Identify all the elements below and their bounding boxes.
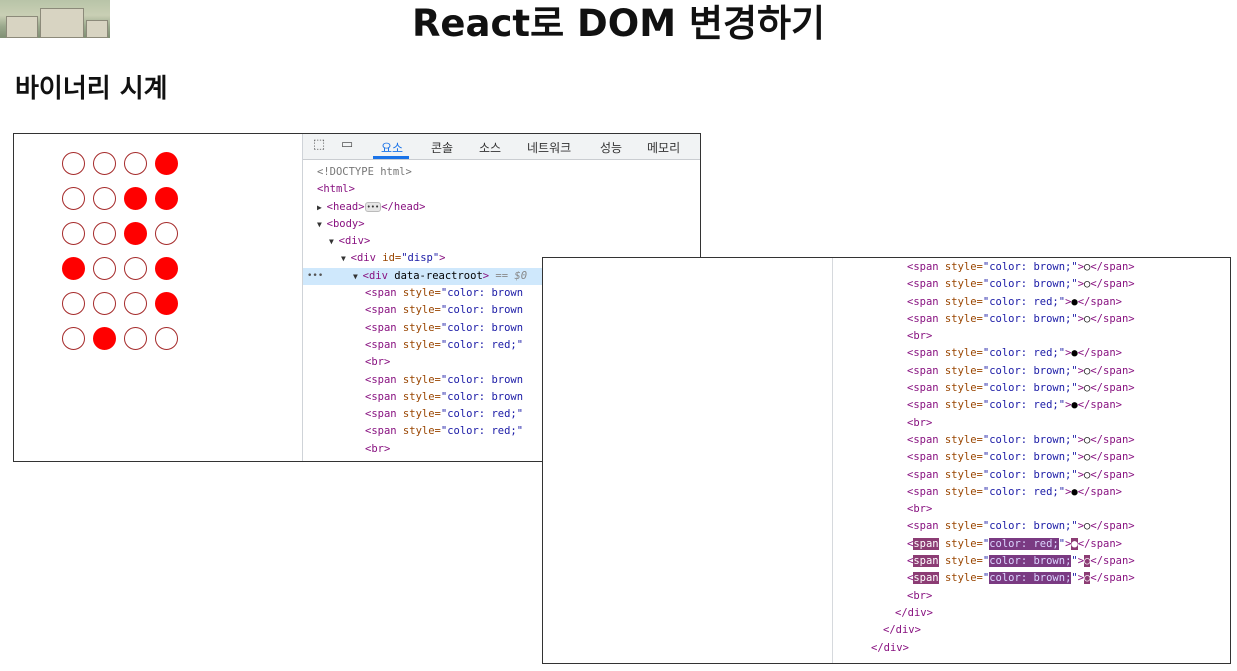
dom-node-line: <span style="color: brown;">○</span> — [907, 278, 1135, 291]
dom-node-line: <br> — [907, 589, 933, 602]
filled-dot — [124, 222, 147, 245]
tab-console[interactable]: 콘솔 — [431, 139, 453, 156]
empty-dot — [124, 292, 147, 315]
dom-node-text: <body> — [326, 217, 365, 230]
dom-node-line: <br> — [907, 416, 933, 429]
dom-node-text: <div> — [338, 235, 371, 248]
collapse-arrow-icon[interactable]: ▼ — [329, 237, 339, 246]
dom-node-line: <span style="color: red;">●</span> — [907, 485, 1122, 498]
dom-node-line: </div> — [871, 641, 909, 654]
dom-node-text: <span style="color: brown — [365, 390, 524, 403]
dom-node-line: <span style="color: red;">●</span> — [907, 295, 1122, 308]
clock-row — [62, 327, 186, 352]
empty-dot — [124, 152, 147, 175]
filled-dot — [155, 257, 178, 280]
dom-node-text: <br> — [365, 442, 391, 455]
collapse-arrow-icon[interactable]: ▼ — [353, 272, 363, 281]
dom-node-line: <span style="color: brown;">○</span> — [907, 520, 1135, 533]
filled-dot — [124, 187, 147, 210]
empty-dot — [93, 257, 116, 280]
clock-row — [62, 257, 186, 282]
empty-dot — [62, 187, 85, 210]
panel-divider — [832, 258, 833, 663]
devtools-zoom-screenshot: <span style="color: brown;">○</span> <spa… — [542, 257, 1231, 664]
tab-performance[interactable]: 성능 — [600, 139, 622, 156]
dom-node-text: <span style="color: red;" — [365, 425, 524, 438]
dom-node-text: <span style="color: brown — [365, 304, 524, 317]
dom-node-text: <span style="color: brown — [365, 373, 524, 386]
updated-dom-line: <span style="color: brown;">○</span> — [907, 572, 1135, 585]
clock-row — [62, 152, 186, 177]
filled-dot — [93, 327, 116, 350]
dom-node-line: </div> — [895, 606, 933, 619]
filled-dot — [155, 292, 178, 315]
empty-dot — [155, 327, 178, 350]
dom-tree-zoom: <span style="color: brown;">○</span> <spa… — [841, 259, 1135, 657]
empty-dot — [62, 292, 85, 315]
dom-node-text: <head> — [326, 200, 365, 213]
binary-clock — [62, 152, 186, 362]
empty-dot — [124, 257, 147, 280]
slide-title: React로 DOM 변경하기 — [411, 2, 826, 45]
dom-node-text: <div id="disp"> — [350, 252, 446, 265]
dom-node-line: <span style="color: brown;">○</span> — [907, 382, 1135, 395]
dom-node-text: <br> — [365, 356, 391, 369]
dom-node-line: <span style="color: red;">●</span> — [907, 347, 1122, 360]
empty-dot — [93, 292, 116, 315]
empty-dot — [62, 152, 85, 175]
filled-dot — [155, 187, 178, 210]
dom-node-line[interactable]: ▶ <head> ••• </head> — [303, 199, 700, 216]
empty-dot — [93, 222, 116, 245]
dom-node-text: <!DOCTYPE html> — [317, 166, 412, 178]
clock-row — [62, 222, 186, 247]
console-ref-label: == $0 — [489, 269, 528, 282]
empty-dot — [124, 327, 147, 350]
dom-node-line: <span style="color: brown;">○</span> — [907, 451, 1135, 464]
updated-dom-line: <span style="color: red;">●</span> — [907, 537, 1123, 550]
collapsed-content-icon[interactable]: ••• — [364, 201, 382, 212]
filled-dot — [62, 257, 85, 280]
collapse-arrow-icon[interactable]: ▼ — [341, 254, 351, 263]
updated-dom-line: <span style="color: brown;">○</span> — [907, 555, 1135, 568]
dom-node-text: <span style="color: brown — [365, 287, 524, 300]
more-options-icon[interactable]: ••• — [307, 268, 323, 285]
dom-node-line: <span style="color: brown;">○</span> — [907, 312, 1135, 325]
empty-dot — [62, 327, 85, 350]
dom-node-line: <span style="color: brown;">○</span> — [907, 261, 1135, 273]
collapse-arrow-icon[interactable]: ▼ — [317, 220, 327, 229]
tab-sources[interactable]: 소스 — [479, 139, 501, 156]
dom-node-line[interactable]: <html> — [303, 181, 700, 198]
tab-memory[interactable]: 메모리 — [647, 139, 680, 156]
tab-network[interactable]: 네트워크 — [527, 139, 571, 156]
active-tab-indicator — [373, 156, 409, 159]
dom-node-line[interactable]: ▼ <body> — [303, 216, 700, 233]
empty-dot — [155, 222, 178, 245]
filled-dot — [155, 152, 178, 175]
dom-node-line[interactable]: ▼ <div> — [303, 233, 700, 250]
tab-elements[interactable]: 요소 — [381, 139, 403, 156]
dom-node-text: <span style="color: red;" — [365, 408, 524, 421]
dom-node-line: <br> — [907, 503, 933, 516]
dom-node-text: <div data-reactroot> — [362, 269, 490, 282]
devtools-toolbar: ⬚ ▭ 요소 콘솔 소스 네트워크 성능 메모리 — [303, 134, 700, 160]
dom-node-line: <span style="color: brown;">○</span> — [907, 468, 1135, 481]
section-title: 바이너리 시계 — [15, 74, 168, 104]
dom-node-line: <br> — [907, 330, 933, 343]
dom-node-line: <span style="color: red;">●</span> — [907, 399, 1122, 412]
inspect-icon[interactable]: ⬚ — [311, 138, 327, 152]
dom-node-line: <span style="color: brown;">○</span> — [907, 433, 1135, 446]
empty-dot — [62, 222, 85, 245]
empty-dot — [93, 152, 116, 175]
empty-dot — [93, 187, 116, 210]
dom-node-line: </div> — [883, 624, 921, 637]
dom-node-text: <span style="color: red;" — [365, 338, 524, 351]
expand-arrow-icon[interactable]: ▶ — [317, 203, 327, 212]
dom-node-line: <span style="color: brown;">○</span> — [907, 364, 1135, 377]
dom-node-text: <html> — [317, 183, 355, 196]
dom-node-text: <span style="color: brown — [365, 321, 524, 334]
device-toggle-icon[interactable]: ▭ — [339, 138, 355, 152]
dom-node-line[interactable]: <!DOCTYPE html> — [303, 164, 700, 181]
clock-row — [62, 292, 186, 317]
clock-row — [62, 187, 186, 212]
